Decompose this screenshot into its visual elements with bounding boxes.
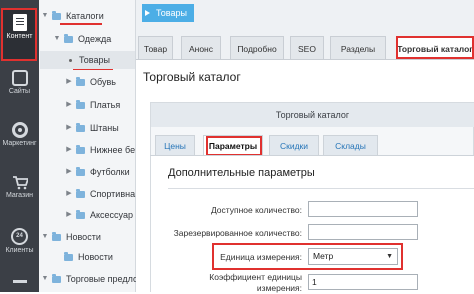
document-icon [12,14,27,31]
more-icon [12,280,27,292]
caret-right-icon: ▶ [66,124,72,131]
subtab-discounts[interactable]: Скидки [269,135,319,155]
ratio-label-line1: Коэффициент единицы [209,272,302,282]
tree-label: Нижнее бе [90,145,136,155]
caret-down-icon: ▼ [53,35,61,42]
folder-icon [64,34,73,43]
tree-item-catalogs[interactable]: ▼ Каталоги [41,7,135,25]
tree-label: Товары [79,55,110,65]
tab-detail[interactable]: Подробно [230,36,284,60]
tab-sections[interactable]: Разделы [330,36,386,60]
folder-icon [76,189,85,198]
caret-right-icon: ▶ [66,78,72,85]
section-title: Торговый каталог [143,70,241,84]
trade-catalog-header: Торговый каталог [151,103,474,127]
caret-down-icon: ▼ [41,275,49,282]
subtab-prices[interactable]: Цены [155,135,195,155]
folder-icon [52,11,61,20]
caret-right-icon: ▶ [66,211,72,218]
tree-label: Аксессуар [90,210,133,220]
rail-item-clients[interactable]: 24 Клиенты [0,228,39,254]
folder-icon [76,77,85,86]
tree-item-goods[interactable]: Товары [40,51,135,69]
ratio-input[interactable]: 1 [308,274,418,290]
tab-product[interactable]: Товар [138,36,173,60]
tree-item-clothes[interactable]: ▼ Одежда [41,30,135,48]
rail-item-shop[interactable]: Магазин [0,176,39,199]
folder-icon [52,274,61,283]
tree-label: Футболки [90,167,130,177]
tree-label: Каталоги [66,11,104,21]
caret-right-icon: ▶ [66,101,72,108]
tree-item-news-sub[interactable]: Новости [41,248,135,266]
rail-label-shop: Магазин [5,192,33,199]
tree-item-shoes[interactable]: ▶ Обувь [41,73,135,91]
annotation-box-tab [396,36,474,59]
subtab-warehouses[interactable]: Склады [323,135,378,155]
tree-label: Торговые предло [66,274,138,284]
tree-item-tshirts[interactable]: ▶ Футболки [41,163,135,181]
rail-item-marketing[interactable]: Маркетинг [0,122,39,147]
sites-icon [11,70,28,86]
tree-item-news[interactable]: ▼ Новости [41,228,135,246]
rail-item-more[interactable] [0,280,39,292]
folder-icon [76,123,85,132]
folder-icon [76,167,85,176]
rail-label-sites: Сайты [8,88,31,95]
rail-label-marketing: Маркетинг [2,140,37,147]
folder-icon [52,232,61,241]
tree-item-pants[interactable]: ▶ Штаны [41,119,135,137]
caret-down-icon: ▼ [41,233,49,240]
caret-right-icon: ▶ [66,190,72,197]
reserved-qty-label: Зарезервированное количество: [173,228,302,238]
tab-seo[interactable]: SEO [290,36,324,60]
folder-icon [76,100,85,109]
available-qty-input[interactable] [308,201,418,217]
tree-item-sport[interactable]: ▶ Спортивна [41,185,135,203]
tab-preview[interactable]: Анонс [181,36,221,60]
tree-item-offers[interactable]: ▼ Торговые предло [41,270,138,288]
tree-label: Одежда [78,34,112,44]
tree-label: Новости [78,252,113,262]
folder-icon [76,210,85,219]
caret-down-icon: ▼ [41,12,49,19]
annotation-box-params [206,136,262,156]
annotation-box-unit [212,243,403,270]
tree-label: Спортивна [90,189,136,199]
tree-item-underwear[interactable]: ▶ Нижнее бе [41,141,135,159]
folder-icon [76,145,85,154]
target-icon [11,122,28,138]
reserved-qty-input[interactable] [308,224,418,240]
additional-params-title: Дополнительные параметры [168,167,315,179]
clock-24-icon: 24 [11,228,28,245]
breadcrumb[interactable]: Товары [142,4,194,22]
tree-item-dresses[interactable]: ▶ Платья [41,96,135,114]
tree-label: Обувь [90,77,116,87]
available-qty-label: Доступное количество: [210,205,302,215]
rail-item-content[interactable]: Контент [0,14,39,40]
tree-label: Новости [66,232,101,242]
divider [168,188,474,189]
ratio-label: Коэффициент единицы измерения: [164,272,302,294]
caret-right-icon: ▶ [66,168,72,175]
rail-item-sites[interactable]: Сайты [0,70,39,95]
folder-icon [64,252,73,261]
cart-icon [12,176,29,190]
rail-label-content: Контент [6,33,33,40]
bullet-icon [69,59,72,62]
tree-label: Платья [90,100,121,110]
tree-label: Штаны [90,123,119,133]
rail-label-clients: Клиенты [5,247,34,254]
tree-item-accessories[interactable]: ▶ Аксессуар [41,206,135,224]
caret-right-icon: ▶ [66,146,72,153]
